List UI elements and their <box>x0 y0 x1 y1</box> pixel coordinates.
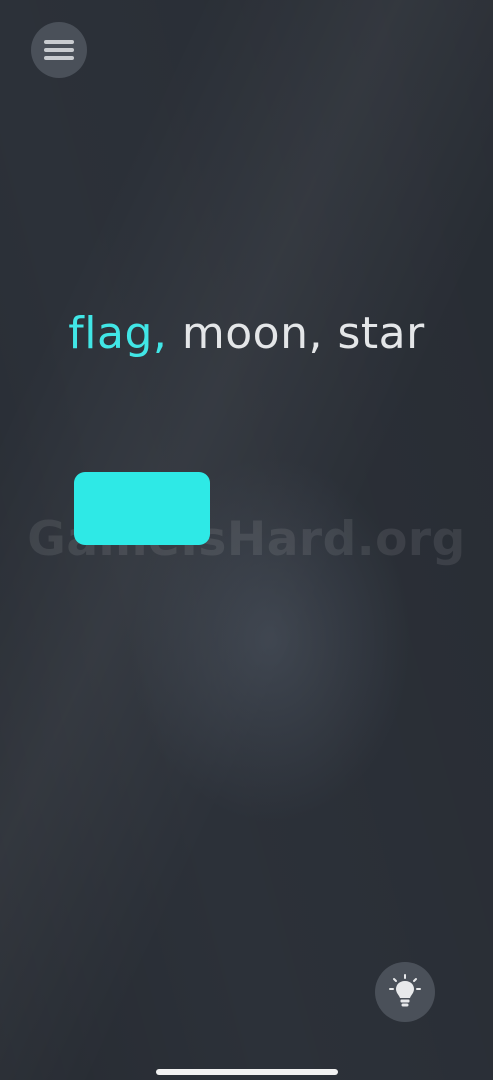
home-indicator[interactable] <box>156 1069 338 1075</box>
word-sentence: flag, moon, star <box>0 308 493 359</box>
lightbulb-icon <box>389 974 421 1007</box>
remaining-words: moon, star <box>181 308 425 359</box>
hamburger-menu-icon <box>44 40 74 60</box>
draggable-shape[interactable] <box>74 472 210 545</box>
active-word: flag, <box>68 308 168 359</box>
menu-button[interactable] <box>31 22 87 78</box>
hint-button[interactable] <box>375 962 435 1022</box>
